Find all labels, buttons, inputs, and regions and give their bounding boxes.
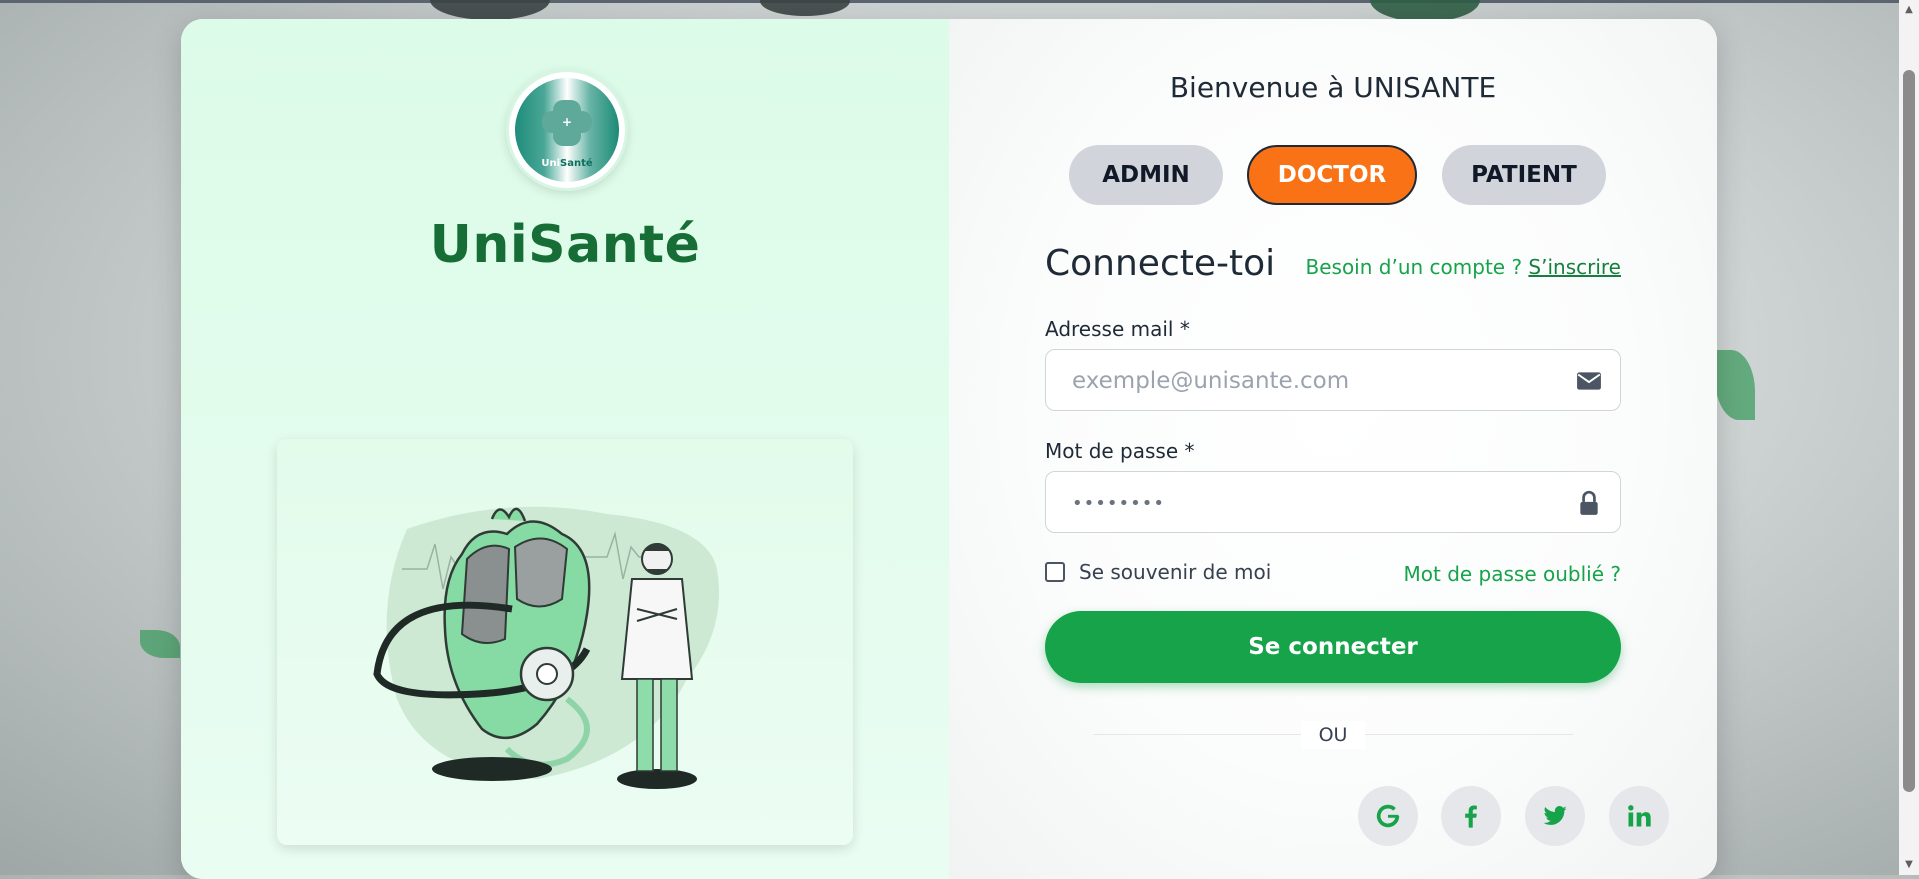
branding-panel: + UniSanté UniSanté <box>181 19 949 879</box>
browser-top-line <box>0 0 1919 3</box>
forgot-password-link[interactable]: Mot de passe oublié ? <box>1404 562 1622 586</box>
logo-text: UniSanté <box>541 158 593 169</box>
email-input[interactable] <box>1070 350 1554 412</box>
google-icon <box>1376 804 1400 828</box>
linkedin-icon <box>1628 805 1651 827</box>
background-decoration <box>430 0 550 20</box>
signup-prompt-text: Besoin d’un compte ? <box>1305 255 1523 279</box>
facebook-icon <box>1465 805 1477 828</box>
heart-doctor-illustration <box>373 506 719 789</box>
email-field-wrapper <box>1045 349 1621 412</box>
linkedin-login-button[interactable] <box>1609 786 1669 846</box>
medical-cross-logo: + UniSanté <box>515 78 619 182</box>
brand-name: UniSanté <box>429 215 701 275</box>
signup-link[interactable]: S’inscrire <box>1528 255 1621 279</box>
or-divider-text: OU <box>1301 721 1365 749</box>
login-button[interactable]: Se connecter <box>1045 611 1621 683</box>
illustration-card <box>277 439 853 845</box>
login-modal: + UniSanté UniSanté Bienvenue à UNISANTE… <box>181 19 1717 879</box>
google-login-button[interactable] <box>1358 786 1418 846</box>
background-leaf <box>140 630 180 658</box>
role-doctor-button[interactable]: DOCTOR <box>1247 145 1417 205</box>
remember-me-label: Se souvenir de moi <box>1079 560 1272 584</box>
background-decoration <box>760 0 850 16</box>
background-leaf <box>1715 350 1755 420</box>
envelope-icon <box>1577 372 1601 390</box>
welcome-heading: Bienvenue à UNISANTE <box>1169 71 1497 104</box>
twitter-icon <box>1543 806 1567 825</box>
logo: + UniSanté <box>506 69 628 191</box>
role-patient-button[interactable]: PATIENT <box>1442 145 1606 205</box>
role-admin-button[interactable]: ADMIN <box>1069 145 1223 205</box>
scrollbar-thumb[interactable] <box>1903 70 1915 792</box>
twitter-login-button[interactable] <box>1525 786 1585 846</box>
email-label: Adresse mail * <box>1045 317 1190 341</box>
login-panel: Bienvenue à UNISANTE ADMIN DOCTOR PATIEN… <box>949 19 1717 879</box>
remember-me-checkbox[interactable] <box>1045 562 1065 582</box>
lock-icon <box>1580 490 1598 515</box>
plus-icon: + <box>561 115 573 129</box>
signup-prompt: Besoin d’un compte ? S’inscrire <box>1306 255 1622 279</box>
login-title: Connecte-toi <box>1045 243 1276 284</box>
scroll-down-arrow-icon[interactable]: ▼ <box>1903 859 1915 871</box>
facebook-login-button[interactable] <box>1441 786 1501 846</box>
password-input[interactable] <box>1070 472 1554 534</box>
password-label: Mot de passe * <box>1045 439 1195 463</box>
remember-me: Se souvenir de moi <box>1045 560 1271 584</box>
password-field-wrapper <box>1045 471 1621 534</box>
scroll-up-arrow-icon[interactable]: ▲ <box>1903 4 1915 16</box>
